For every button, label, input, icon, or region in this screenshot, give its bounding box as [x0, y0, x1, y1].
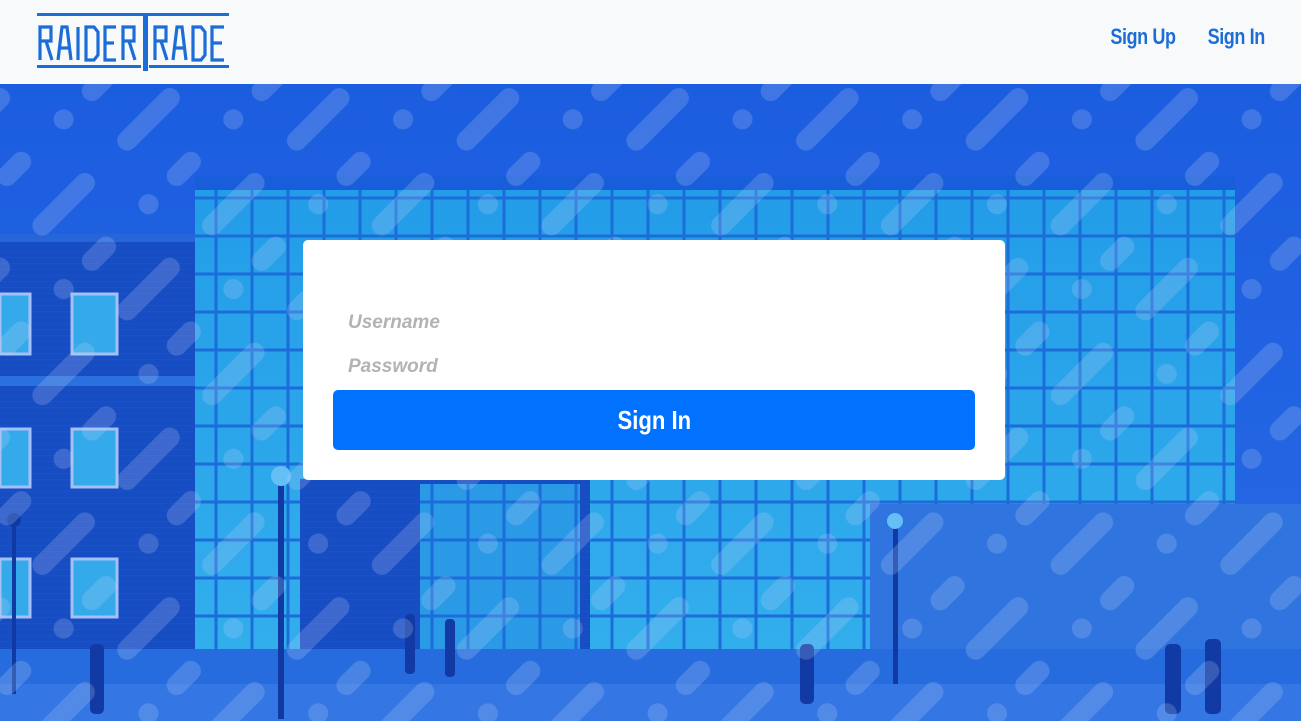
navbar: Sign Up Sign In — [0, 0, 1301, 84]
sign-up-link[interactable]: Sign Up — [1110, 24, 1176, 50]
nav-links: Sign Up Sign In — [1096, 24, 1266, 50]
sign-in-link[interactable]: Sign In — [1208, 24, 1266, 50]
password-input[interactable] — [333, 348, 975, 386]
sign-in-button-label: Sign In — [617, 404, 691, 435]
sign-in-button[interactable]: Sign In — [333, 390, 975, 450]
raidertrade-logo-icon — [37, 13, 229, 71]
login-card: Sign In — [303, 240, 1005, 480]
brand-logo[interactable] — [37, 13, 229, 71]
username-input[interactable] — [333, 304, 975, 342]
